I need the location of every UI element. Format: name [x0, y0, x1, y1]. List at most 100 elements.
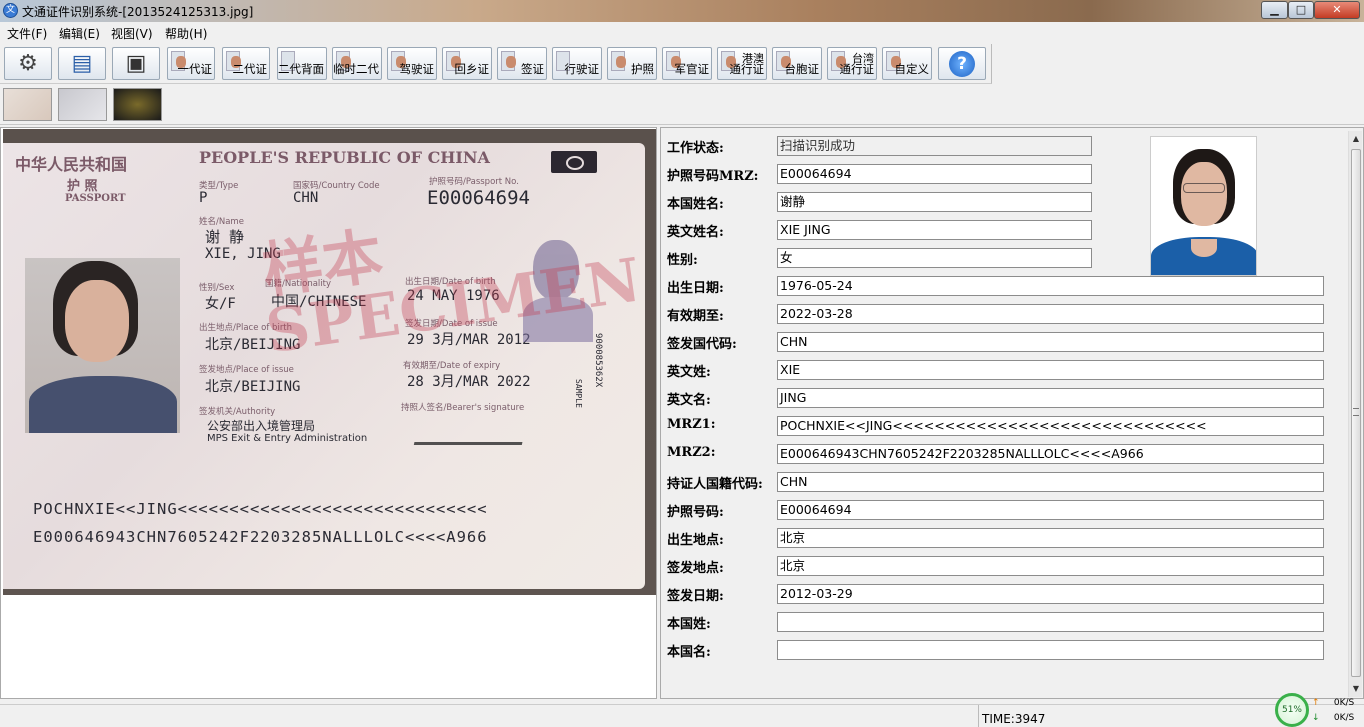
- field-label-passport-no: 护照号码:: [667, 505, 724, 520]
- field-native-surname[interactable]: [777, 612, 1324, 632]
- passport-data-page: 中华人民共和国 PEOPLE'S REPUBLIC OF CHINA 护 照 P…: [3, 143, 645, 589]
- passport-photo: [25, 258, 180, 433]
- type-passport-button[interactable]: 护照: [607, 47, 657, 80]
- type-driver-license-button[interactable]: 驾驶证: [387, 47, 437, 80]
- field-nationality-code[interactable]: CHN: [777, 472, 1324, 492]
- visa-icon: [501, 51, 516, 71]
- field-dob[interactable]: 1976-05-24: [777, 276, 1324, 296]
- result-pane: 工作状态: 扫描识别成功 护照号码MRZ: E00064694 本国姓名: 谢静…: [660, 127, 1364, 699]
- type-second-gen-back-button[interactable]: 二代背面: [277, 47, 327, 80]
- type-second-gen-id-button[interactable]: 二代证: [222, 47, 270, 80]
- type-military-officer-id-button[interactable]: 军官证: [662, 47, 712, 80]
- status-bar: TIME:3947 51% ↑ 0K/S ↓ 0K/S: [0, 693, 1364, 727]
- signature-caption: 持照人签名/Bearer's signature: [401, 403, 525, 413]
- type-taiwan-permit-button[interactable]: 台湾 通行证: [827, 47, 877, 80]
- field-label-surname: 英文姓:: [667, 365, 711, 380]
- field-native-name[interactable]: 谢静: [777, 192, 1092, 212]
- field-label-issue-place: 签发地点:: [667, 561, 724, 576]
- sex-caption: 性别/Sex: [199, 283, 235, 293]
- field-label-sex: 性别:: [667, 253, 698, 268]
- title-bar: 文 文通证件识别系统-[2013524125313.jpg] ▁ □ ✕: [0, 0, 1364, 22]
- scroll-thumb[interactable]: [1351, 149, 1361, 677]
- menu-view[interactable]: 视图(V): [111, 25, 153, 42]
- extracted-portrait: [1150, 136, 1257, 276]
- field-status: 扫描识别成功: [777, 136, 1092, 156]
- type-vehicle-license-button[interactable]: 行驶证: [552, 47, 602, 80]
- scan-image-pane: 中华人民共和国 PEOPLE'S REPUBLIC OF CHINA 护 照 P…: [0, 127, 657, 699]
- status-divider: [978, 705, 979, 727]
- upload-arrow-icon: ↑: [1312, 698, 1320, 708]
- authority-caption: 签发机关/Authority: [199, 407, 276, 417]
- field-issuing-country[interactable]: CHN: [777, 332, 1324, 352]
- field-issue-place[interactable]: 北京: [777, 556, 1324, 576]
- thumbnail-bar: [0, 85, 1364, 125]
- network-gauge[interactable]: 51%: [1275, 693, 1309, 727]
- passport-serial: 900085362X: [593, 333, 603, 388]
- type-visa-button[interactable]: 签证: [497, 47, 547, 80]
- type-temporary-id-button[interactable]: 临时二代: [332, 47, 382, 80]
- close-button[interactable]: ✕: [1314, 1, 1360, 19]
- menu-file[interactable]: 文件(F): [7, 25, 47, 42]
- field-label-native-given-name: 本国名:: [667, 645, 711, 660]
- passport-word-en: PASSPORT: [65, 193, 126, 204]
- name-cn-value: 谢 静: [205, 228, 245, 246]
- field-label-expiry: 有效期至:: [667, 309, 724, 324]
- field-label-birthplace: 出生地点:: [667, 533, 724, 548]
- settings-button[interactable]: ⚙: [4, 47, 52, 80]
- toolbar: ⚙ ▤ ▣ 一代证 二代证 二代背面 临时二代 驾驶证 回乡证 签证 行驶证 护…: [0, 44, 992, 84]
- card-reader-button[interactable]: ▣: [112, 47, 160, 80]
- field-expiry[interactable]: 2022-03-28: [777, 304, 1324, 324]
- field-passport-mrz[interactable]: E00064694: [777, 164, 1092, 184]
- passport-scan-image: 中华人民共和国 PEOPLE'S REPUBLIC OF CHINA 护 照 P…: [3, 129, 656, 595]
- card-reader-icon: ▣: [125, 50, 147, 76]
- maximize-button[interactable]: □: [1288, 1, 1314, 19]
- type-hk-macau-permit-button[interactable]: 港澳 通行证: [717, 47, 767, 80]
- sample-mark: SAMPLE: [574, 379, 583, 408]
- mrz-line-1: POCHNXIE<<JING<<<<<<<<<<<<<<<<<<<<<<<<<<…: [33, 500, 488, 518]
- menu-edit[interactable]: 编辑(E): [59, 25, 100, 42]
- app-icon: 文: [3, 3, 18, 18]
- field-label-mrz1: MRZ1:: [667, 417, 716, 432]
- thumbnail-infrared[interactable]: [58, 88, 107, 121]
- field-label-native-name: 本国姓名:: [667, 197, 724, 212]
- type-value: P: [199, 190, 208, 206]
- type-custom-button[interactable]: 自定义: [882, 47, 932, 80]
- field-label-given-name: 英文名:: [667, 393, 711, 408]
- menu-help[interactable]: 帮助(H): [165, 25, 207, 42]
- type-first-gen-id-button[interactable]: 一代证: [167, 47, 215, 80]
- field-sex[interactable]: 女: [777, 248, 1092, 268]
- field-surname[interactable]: XIE: [777, 360, 1324, 380]
- download-speed: ↓ 0K/S: [1312, 713, 1355, 723]
- field-label-native-surname: 本国姓:: [667, 617, 711, 632]
- field-native-given-name[interactable]: [777, 640, 1324, 660]
- mrz-line-2: E000646943CHN7605242F2203285NALLLOLC<<<<…: [33, 528, 488, 546]
- scan-button[interactable]: ▤: [58, 47, 106, 80]
- field-mrz2[interactable]: E000646943CHN7605242F2203285NALLLOLC<<<<…: [777, 444, 1324, 464]
- country-value: CHN: [293, 190, 319, 206]
- field-birthplace[interactable]: 北京: [777, 528, 1324, 548]
- field-label-nationality-code: 持证人国籍代码:: [667, 477, 763, 492]
- type-home-return-permit-button[interactable]: 回乡证: [442, 47, 492, 80]
- scroll-down-arrow-icon[interactable]: ▼: [1349, 681, 1363, 697]
- download-arrow-icon: ↓: [1312, 713, 1320, 723]
- scroll-up-arrow-icon[interactable]: ▲: [1349, 131, 1363, 147]
- minimize-button[interactable]: ▁: [1261, 1, 1288, 19]
- help-button[interactable]: ?: [938, 47, 986, 80]
- type-taiwan-compatriot-permit-button[interactable]: 台胞证: [772, 47, 822, 80]
- field-given-name[interactable]: JING: [777, 388, 1324, 408]
- sex-value: 女/F: [205, 296, 236, 312]
- field-english-name[interactable]: XIE JING: [777, 220, 1092, 240]
- thumbnail-white-light[interactable]: [3, 88, 52, 121]
- field-mrz1[interactable]: POCHNXIE<<JING<<<<<<<<<<<<<<<<<<<<<<<<<<…: [777, 416, 1324, 436]
- passport-no-value: E00064694: [427, 187, 530, 209]
- result-scrollbar[interactable]: ▲ ▼: [1348, 131, 1362, 697]
- field-passport-no[interactable]: E00064694: [777, 500, 1324, 520]
- field-issue-date[interactable]: 2012-03-29: [777, 584, 1324, 604]
- doe-caption: 有效期至/Date of expiry: [403, 361, 501, 371]
- upload-speed: ↑ 0K/S: [1312, 698, 1355, 708]
- field-label-status: 工作状态:: [667, 141, 724, 156]
- thumbnail-ultraviolet[interactable]: [113, 88, 162, 121]
- doe-value: 28 3月/MAR 2022: [407, 374, 531, 390]
- help-icon: ?: [949, 50, 975, 77]
- passport-no-caption: 护照号码/Passport No.: [429, 177, 519, 187]
